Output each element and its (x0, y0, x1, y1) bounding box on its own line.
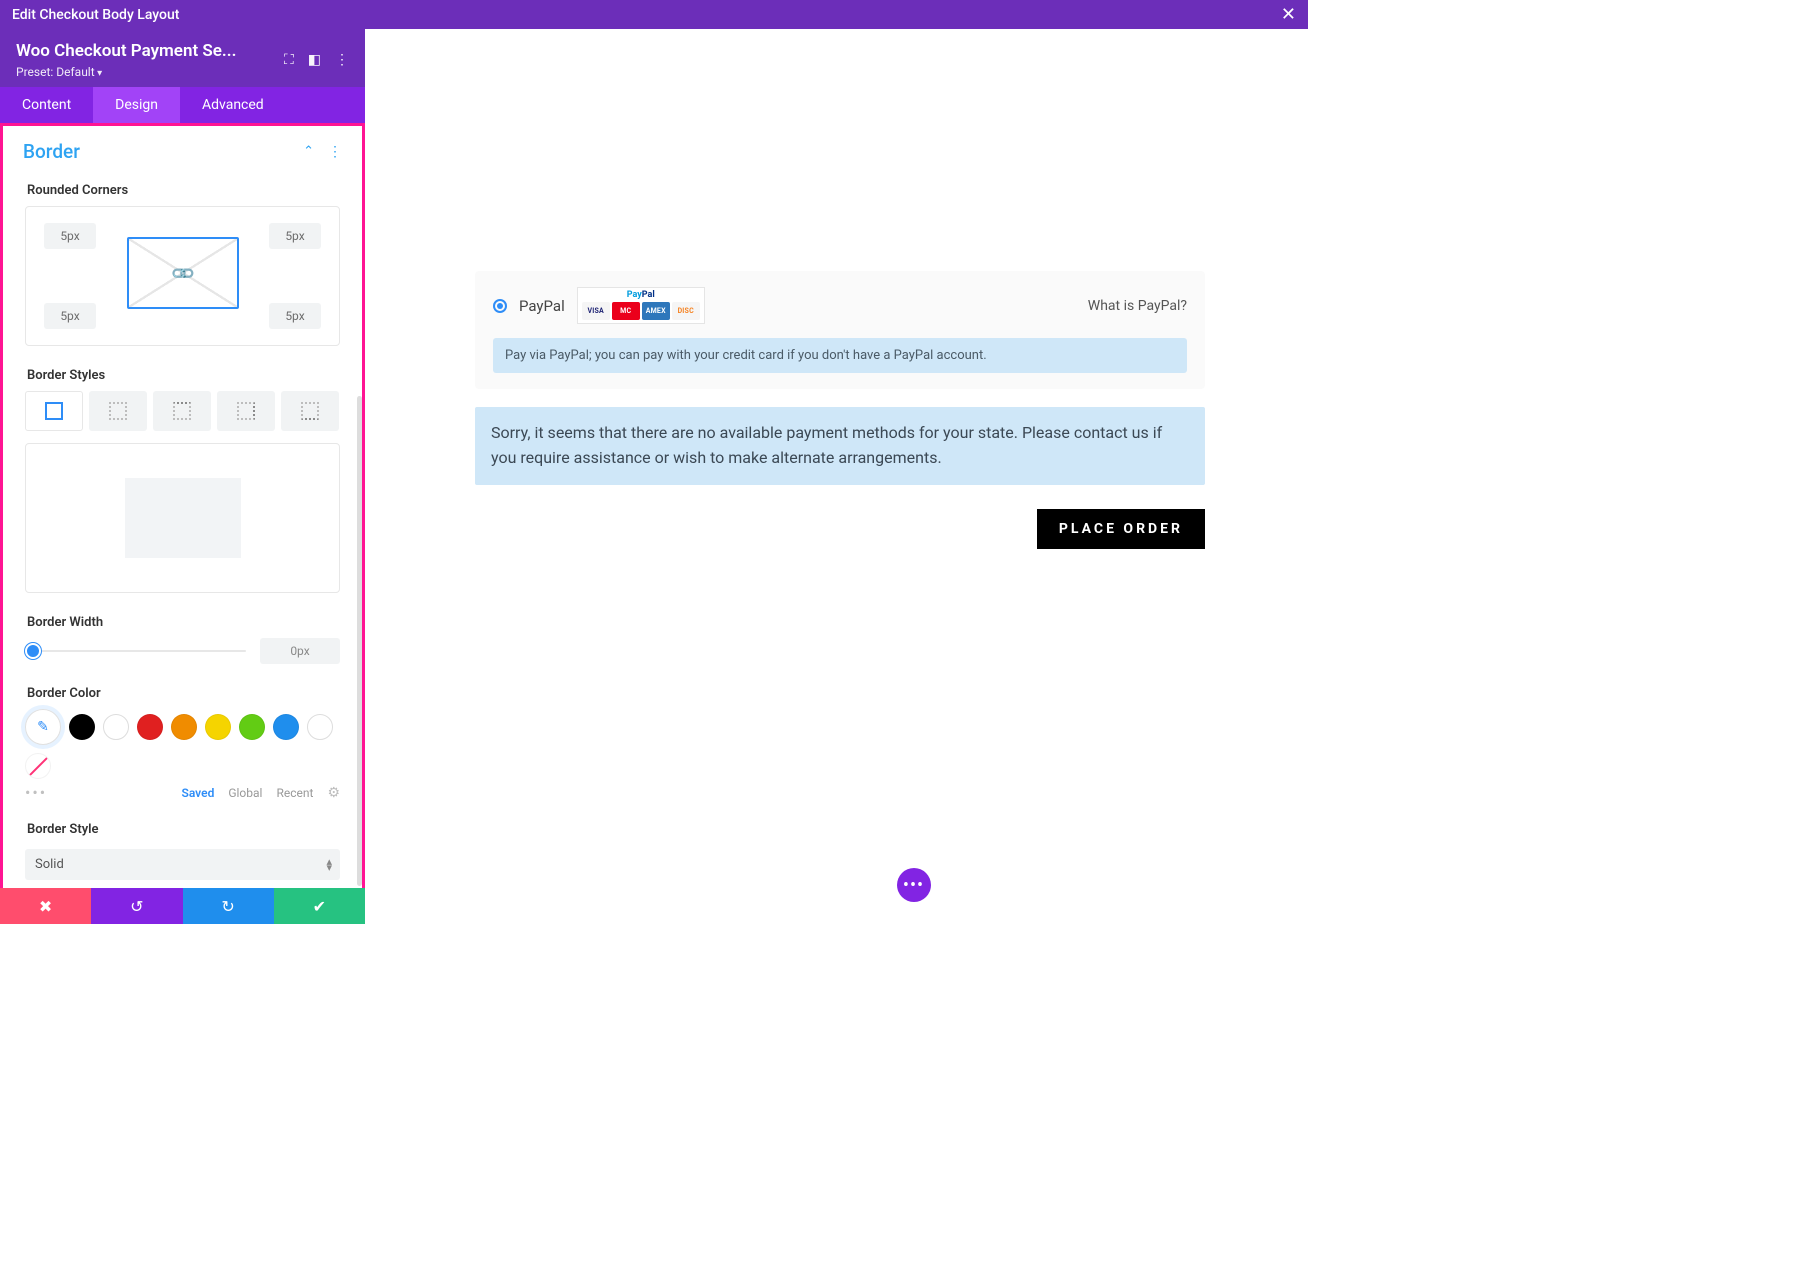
tab-design[interactable]: Design (93, 87, 180, 123)
color-tab-saved[interactable]: Saved (182, 786, 215, 800)
border-side-left[interactable] (89, 391, 147, 431)
border-width-slider[interactable] (25, 643, 246, 659)
border-side-top[interactable] (153, 391, 211, 431)
preview-canvas: PayPal PayPal VISA MC AMEX DISC What is … (365, 29, 1308, 924)
module-title: Woo Checkout Payment Se... (16, 41, 236, 61)
label-rounded-corners: Rounded Corners (3, 173, 362, 206)
kebab-icon[interactable]: ⋮ (335, 52, 349, 68)
paypal-logo: PayPal VISA MC AMEX DISC (577, 287, 705, 324)
tab-advanced[interactable]: Advanced (180, 87, 286, 123)
payment-section: PayPal PayPal VISA MC AMEX DISC What is … (475, 271, 1205, 389)
eyedropper-icon[interactable]: ✎ (25, 709, 61, 745)
settings-panel: Border ⌃ ⋮ Rounded Corners 5px 5px 5px 5… (0, 123, 365, 888)
link-icon: 🔗 (169, 259, 197, 287)
save-button[interactable]: ✔ (274, 888, 365, 924)
border-style-value: Solid (35, 857, 64, 872)
rounded-corners-control: 5px 5px 5px 5px 🔗 (25, 206, 340, 346)
border-styles-row (25, 391, 340, 431)
what-is-paypal-link[interactable]: What is PayPal? (1088, 298, 1187, 314)
label-border-width: Border Width (3, 605, 362, 638)
window-title: Edit Checkout Body Layout (12, 7, 179, 23)
swatch-red[interactable] (137, 714, 163, 740)
swatch-white-2[interactable] (307, 714, 333, 740)
paypal-radio[interactable] (493, 299, 507, 313)
border-side-right[interactable] (217, 391, 275, 431)
swatch-orange[interactable] (171, 714, 197, 740)
swatch-blue[interactable] (273, 714, 299, 740)
section-title-border[interactable]: Border (23, 140, 80, 163)
label-border-color: Border Color (3, 676, 362, 709)
tab-content[interactable]: Content (0, 87, 93, 123)
color-tab-recent[interactable]: Recent (276, 786, 313, 800)
close-icon[interactable]: ✕ (1281, 4, 1296, 25)
discover-icon: DISC (672, 302, 700, 320)
border-width-value[interactable]: 0px (260, 638, 340, 664)
swatch-black[interactable] (69, 714, 95, 740)
place-order-button[interactable]: PLACE ORDER (1037, 509, 1205, 549)
module-header: Woo Checkout Payment Se... Preset: Defau… (0, 29, 365, 87)
mastercard-icon: MC (612, 302, 640, 320)
color-swatches: ✎ (25, 709, 340, 779)
swatch-yellow[interactable] (205, 714, 231, 740)
paypal-info-text: Pay via PayPal; you can pay with your cr… (493, 338, 1187, 373)
more-swatches-icon[interactable]: ••• (25, 783, 47, 802)
visa-icon: VISA (582, 302, 610, 320)
amex-icon: AMEX (642, 302, 670, 320)
layout-split-icon[interactable]: ◧ (308, 52, 321, 68)
panel-footer: ✖ ↺ ↻ ✔ (0, 888, 365, 924)
paypal-label: PayPal (519, 297, 565, 315)
redo-button[interactable]: ↻ (183, 888, 274, 924)
settings-tabs: Content Design Advanced (0, 87, 365, 123)
undo-button[interactable]: ↺ (91, 888, 182, 924)
swatch-green[interactable] (239, 714, 265, 740)
section-menu-icon[interactable]: ⋮ (328, 144, 342, 160)
preset-selector[interactable]: Preset: Default (16, 65, 236, 79)
swatch-transparent[interactable] (25, 753, 51, 779)
window-titlebar: Edit Checkout Body Layout ✕ (0, 0, 1308, 29)
corner-bl-input[interactable]: 5px (44, 303, 96, 329)
corner-tl-input[interactable]: 5px (44, 223, 96, 249)
border-side-bottom[interactable] (281, 391, 339, 431)
border-style-select[interactable]: Solid ▴▾ (25, 849, 340, 880)
expand-icon[interactable]: ⛶ (284, 52, 294, 68)
select-arrows-icon: ▴▾ (326, 859, 330, 871)
gear-icon[interactable]: ⚙ (327, 785, 340, 801)
label-border-style: Border Style (3, 812, 362, 845)
border-side-all[interactable] (25, 391, 83, 431)
border-preview (25, 443, 340, 593)
no-methods-notice: Sorry, it seems that there are no availa… (475, 407, 1205, 485)
corner-tr-input[interactable]: 5px (269, 223, 321, 249)
cancel-button[interactable]: ✖ (0, 888, 91, 924)
color-tab-global[interactable]: Global (228, 786, 262, 800)
collapse-icon[interactable]: ⌃ (303, 144, 314, 159)
corners-link-toggle[interactable]: 🔗 (127, 237, 239, 309)
scrollbar[interactable] (357, 396, 362, 886)
corner-br-input[interactable]: 5px (269, 303, 321, 329)
swatch-white[interactable] (103, 714, 129, 740)
builder-fab-icon[interactable]: ••• (897, 868, 931, 902)
label-border-styles: Border Styles (3, 358, 362, 391)
